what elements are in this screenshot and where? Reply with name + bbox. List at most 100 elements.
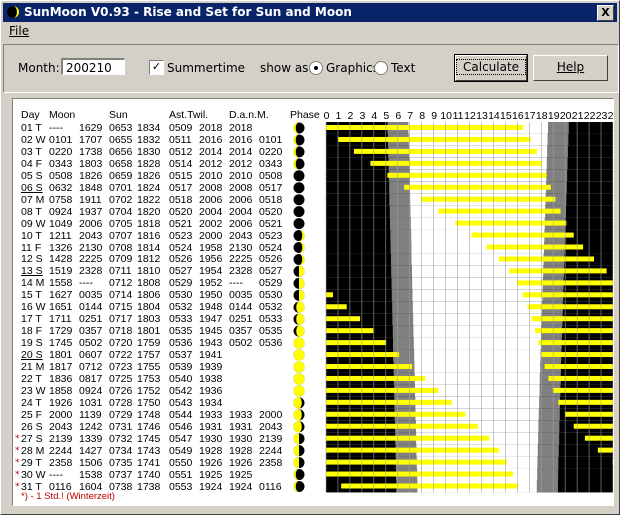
graphics-label: Graphics [326, 61, 379, 75]
help-button[interactable]: Help [533, 55, 608, 81]
moon-up-bar [538, 340, 613, 346]
evening-twilight-band [537, 456, 559, 469]
moon-up-bar [326, 375, 426, 381]
evening-twilight-band [546, 157, 568, 170]
hour-label: 17 [524, 110, 536, 122]
text-label: Text [391, 61, 416, 75]
evening-twilight-band [548, 122, 569, 134]
moon-app-icon [7, 6, 19, 18]
moon-phase-lit [299, 265, 305, 277]
hour-label: 0 [324, 110, 330, 122]
moon-phase-lit [293, 433, 299, 445]
hour-label: 23 [596, 110, 608, 122]
moon-up-bar [498, 256, 595, 262]
hour-label: 18 [536, 110, 548, 122]
title-bar[interactable]: SunMoon V0.93 - Rise and Set for Sun and… [3, 3, 617, 22]
hour-label: 21 [572, 110, 584, 122]
morning-twilight-band [392, 325, 414, 338]
moon-up-bar [326, 340, 387, 346]
moon-up-bar [326, 471, 513, 477]
daylight-band [414, 361, 541, 373]
evening-twilight-band [547, 145, 568, 158]
moon-up-bar [548, 375, 613, 381]
text-radio[interactable] [374, 61, 388, 75]
moon-phase-lit [293, 421, 302, 433]
menu-file-label: File [9, 24, 30, 38]
moon-phase-lit [293, 373, 305, 385]
moon-up-bar [387, 172, 547, 178]
summertime-label: Summertime [167, 61, 246, 75]
moon-up-bar [338, 136, 531, 142]
moon-phase-lit [296, 313, 305, 325]
hour-label: 12 [464, 110, 476, 122]
moon-phase-lit [296, 301, 305, 313]
moon-up-bar [326, 459, 507, 465]
month-input[interactable]: 200210 [61, 58, 125, 75]
morning-twilight-band [389, 193, 411, 206]
moon-up-bar [326, 423, 478, 429]
hour-label: 2 [347, 110, 353, 122]
moon-phase-icon [293, 182, 305, 194]
menu-bar: File [3, 23, 617, 41]
morning-twilight-band [389, 205, 411, 218]
evening-twilight-band [538, 408, 560, 421]
hour-label: 6 [395, 110, 401, 122]
hour-label: 5 [383, 110, 389, 122]
hour-label: 10 [440, 110, 452, 122]
hour-label: 13 [476, 110, 488, 122]
hour-label: 8 [419, 110, 425, 122]
app-window: SunMoon V0.93 - Rise and Set for Sun and… [0, 0, 620, 515]
hour-label: 1 [336, 110, 342, 122]
graphics-radio[interactable] [309, 61, 323, 75]
morning-twilight-band [390, 241, 412, 254]
moon-up-bar [552, 387, 613, 393]
moon-up-bar [326, 304, 347, 310]
daylight-band [413, 325, 542, 338]
moon-up-bar [573, 423, 613, 429]
controls-panel: Month: 200210 ✓ Summertime show as: Grap… [3, 44, 619, 93]
moon-phase-icon [293, 170, 305, 182]
moon-phase-lit [299, 289, 305, 301]
moon-up-bar [404, 184, 551, 190]
evening-twilight-band [536, 480, 558, 493]
summertime-checkbox[interactable]: ✓ [149, 60, 164, 75]
daylight-band [414, 349, 541, 361]
calculate-button[interactable]: Calculate [454, 54, 528, 82]
moon-up-bar [326, 292, 333, 298]
moon-up-bar [486, 244, 584, 250]
menu-file[interactable]: File [9, 24, 29, 38]
morning-twilight-band [389, 217, 411, 230]
footnote: *) - 1 Std.! (Winterzeit) [21, 491, 115, 502]
hour-label: 15 [500, 110, 512, 122]
evening-twilight-band [537, 468, 559, 481]
close-button[interactable]: X [597, 5, 614, 21]
moon-up-bar [326, 447, 499, 453]
show-as-label: show as: [260, 61, 313, 75]
moon-up-bar [522, 292, 613, 298]
moon-up-bar [527, 304, 613, 310]
moon-up-bar [341, 483, 519, 489]
morning-twilight-band [391, 265, 412, 278]
window-title: SunMoon V0.93 - Rise and Set for Sun and… [24, 5, 352, 19]
hour-label: 9 [431, 110, 437, 122]
daylight-band [412, 301, 543, 314]
hour-label: 22 [584, 110, 596, 122]
morning-twilight-band [392, 337, 414, 350]
moon-phase-icon [293, 218, 305, 230]
moon-up-bar [326, 364, 413, 369]
daylight-band [413, 313, 542, 326]
moon-up-bar [471, 232, 574, 238]
moon-up-bar [558, 399, 613, 405]
moon-phase-lit [293, 457, 299, 469]
moon-phase-lit [293, 349, 305, 361]
moon-phase-lit [293, 397, 302, 409]
moon-phase-icon [293, 194, 305, 206]
moon-up-bar [326, 352, 400, 358]
hour-label: 24 [608, 110, 613, 122]
moon-phase-lit [293, 385, 305, 397]
evening-twilight-band [538, 420, 560, 433]
moon-up-bar [326, 399, 452, 405]
moon-up-bar [326, 435, 490, 441]
evening-twilight-band [546, 169, 568, 182]
moon-phase-icon [293, 206, 305, 218]
